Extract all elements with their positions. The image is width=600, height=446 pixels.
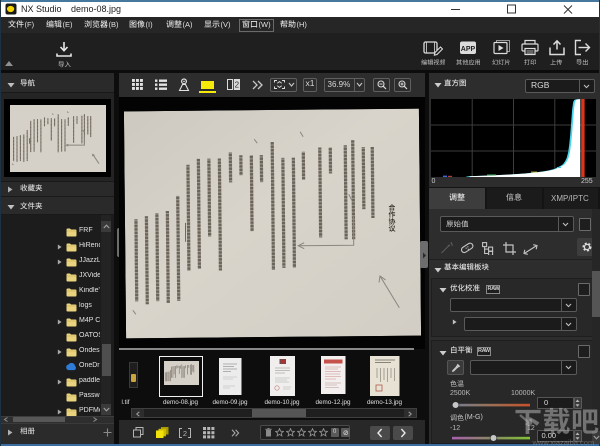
svg-text:2: 2 — [183, 428, 187, 437]
svg-text:APP: APP — [461, 46, 476, 53]
svg-text:2: 2 — [235, 81, 240, 90]
